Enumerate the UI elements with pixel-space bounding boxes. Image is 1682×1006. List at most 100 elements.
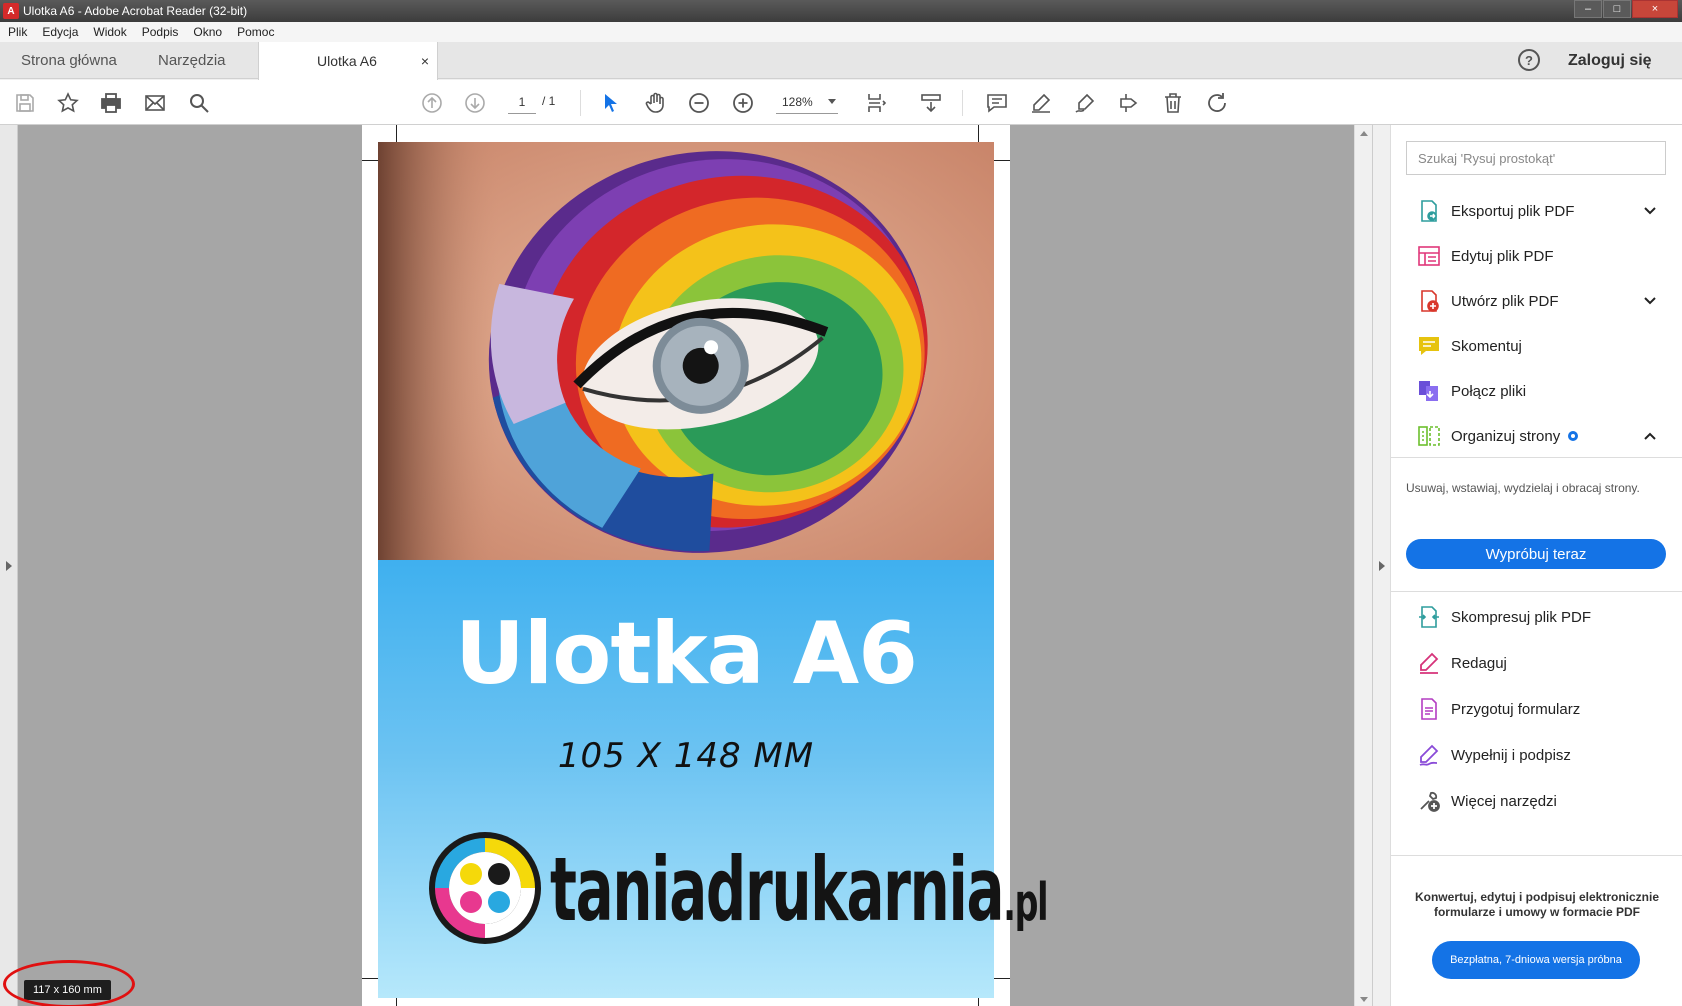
try-now-button[interactable]: Wypróbuj teraz (1406, 539, 1666, 569)
highlight-pen-icon[interactable] (1028, 90, 1054, 116)
minimize-button[interactable]: – (1574, 0, 1602, 18)
zoom-out-icon[interactable] (686, 90, 712, 116)
crop-mark (396, 125, 397, 142)
tool-label: Edytuj plik PDF (1451, 247, 1554, 265)
tab-tools[interactable]: Narzędzia (158, 42, 226, 79)
crop-mark (978, 998, 979, 1006)
acrobat-logo-icon: A (3, 3, 19, 19)
select-cursor-icon[interactable] (598, 90, 624, 116)
crop-mark (994, 160, 1010, 161)
prepare-form-icon (1421, 698, 1437, 720)
tool-compress-pdf[interactable]: Skompresuj plik PDF (1417, 602, 1667, 632)
menu-sign[interactable]: Podpis (142, 25, 179, 39)
more-tools-icon (1420, 791, 1440, 812)
page-total: / 1 (542, 94, 556, 108)
right-panel-collapse-toggle[interactable] (1372, 125, 1390, 1006)
free-trial-button[interactable]: Bezpłatna, 7-dniowa wersja próbna (1432, 941, 1640, 979)
save-icon[interactable] (12, 90, 38, 116)
tabs-row: Strona główna Narzędzia Ulotka A6 × ? Za… (0, 42, 1682, 80)
tool-fill-sign[interactable]: Wypełnij i podpisz (1417, 740, 1667, 770)
tool-redact[interactable]: Redaguj (1417, 648, 1667, 678)
zoom-level-value: 128% (782, 94, 813, 109)
help-icon[interactable]: ? (1518, 49, 1540, 71)
delete-trash-icon[interactable] (1160, 90, 1186, 116)
tool-edit-pdf[interactable]: Edytuj plik PDF (1417, 241, 1667, 271)
zoom-in-icon[interactable] (730, 90, 756, 116)
previous-page-icon[interactable] (419, 90, 445, 116)
edit-pdf-icon (1418, 246, 1440, 266)
tab-document-label: Ulotka A6 (317, 53, 377, 69)
menu-file[interactable]: Plik (8, 25, 27, 39)
toolbar-divider (962, 90, 963, 116)
maximize-button[interactable]: □ (1603, 0, 1631, 18)
window-controls: – □ × (1573, 0, 1678, 18)
toolbar: 1 / 1 128% (0, 80, 1682, 125)
chevron-down-icon[interactable] (1643, 204, 1657, 218)
comment-icon[interactable] (984, 90, 1010, 116)
tool-more-tools[interactable]: Więcej narzędzi (1417, 786, 1667, 816)
organize-description: Usuwaj, wstawiaj, wydzielaj i obracaj st… (1406, 481, 1640, 495)
left-panel-toggle[interactable] (0, 125, 18, 1006)
bookmark-star-icon[interactable] (55, 90, 81, 116)
menu-help[interactable]: Pomoc (237, 25, 274, 39)
scroll-up-arrow-icon[interactable] (1360, 131, 1368, 136)
tools-search-input[interactable]: Szukaj 'Rysuj prostokąt' (1406, 141, 1666, 175)
chevron-right-icon (6, 561, 12, 571)
tool-label: Skomentuj (1451, 337, 1522, 355)
page-number-input[interactable]: 1 (508, 90, 536, 114)
brand-suffix: .pl (1003, 873, 1048, 933)
tool-label: Eksportuj plik PDF (1451, 202, 1575, 220)
title-bar: A Ulotka A6 - Adobe Acrobat Reader (32-b… (0, 0, 1682, 22)
redact-icon (1420, 652, 1439, 674)
search-text-icon[interactable] (186, 90, 212, 116)
combine-files-icon (1419, 381, 1438, 401)
promo-text: Konwertuj, edytuj i podpisuj elektronicz… (1414, 890, 1660, 919)
tool-label: Organizuj strony (1451, 427, 1561, 445)
scroll-mode-icon[interactable] (918, 90, 944, 116)
tool-prepare-form[interactable]: Przygotuj formularz (1417, 694, 1667, 724)
new-feature-dot-icon (1568, 431, 1579, 441)
vertical-scrollbar[interactable] (1354, 125, 1372, 1006)
crop-mark (362, 160, 378, 161)
stamp-icon[interactable] (1116, 90, 1142, 116)
menu-window[interactable]: Okno (193, 25, 222, 39)
scroll-down-arrow-icon[interactable] (1360, 997, 1368, 1002)
fill-sign-icon (1419, 744, 1439, 766)
crop-mark (994, 978, 1010, 979)
crop-mark (362, 978, 378, 979)
email-icon[interactable] (142, 90, 168, 116)
chevron-down-icon[interactable] (1643, 294, 1657, 308)
annotation-highlight-ring (3, 960, 135, 1006)
tool-organize-pages[interactable]: Organizuj strony (1417, 421, 1667, 451)
tool-label: Wypełnij i podpisz (1451, 746, 1571, 764)
acrobat-window: A Ulotka A6 - Adobe Acrobat Reader (32-b… (0, 0, 1682, 1006)
brand-logo-hands-icon (425, 828, 545, 948)
create-pdf-icon (1421, 290, 1439, 312)
chevron-up-icon[interactable] (1643, 429, 1657, 443)
compress-pdf-icon (1419, 606, 1439, 628)
rotate-icon[interactable] (1204, 90, 1230, 116)
menu-edit[interactable]: Edycja (42, 25, 78, 39)
tool-create-pdf[interactable]: Utwórz plik PDF (1417, 286, 1667, 316)
tool-combine-files[interactable]: Połącz pliki (1417, 376, 1667, 406)
tool-comment[interactable]: Skomentuj (1417, 331, 1667, 361)
zoom-level-select[interactable]: 128% (776, 90, 838, 114)
page-fit-icon[interactable] (864, 90, 890, 116)
tab-close-icon[interactable]: × (421, 53, 429, 69)
hand-tool-icon[interactable] (642, 90, 668, 116)
brand-wordmark: taniadrukarnia.pl (550, 838, 1049, 941)
close-window-button[interactable]: × (1632, 0, 1678, 18)
tool-label: Redaguj (1451, 654, 1507, 672)
sign-pen-icon[interactable] (1072, 90, 1098, 116)
menu-view[interactable]: Widok (93, 25, 126, 39)
divider (1391, 457, 1682, 458)
divider (1391, 591, 1682, 592)
login-button[interactable]: Zaloguj się (1568, 42, 1652, 79)
next-page-icon[interactable] (462, 90, 488, 116)
print-icon[interactable] (98, 90, 124, 116)
comment-icon (1419, 337, 1439, 355)
tab-home[interactable]: Strona główna (21, 42, 117, 79)
flyer-photo-rainbow-eye (378, 142, 994, 560)
tool-export-pdf[interactable]: Eksportuj plik PDF (1417, 196, 1667, 226)
tab-document[interactable]: Ulotka A6 × (258, 42, 438, 80)
